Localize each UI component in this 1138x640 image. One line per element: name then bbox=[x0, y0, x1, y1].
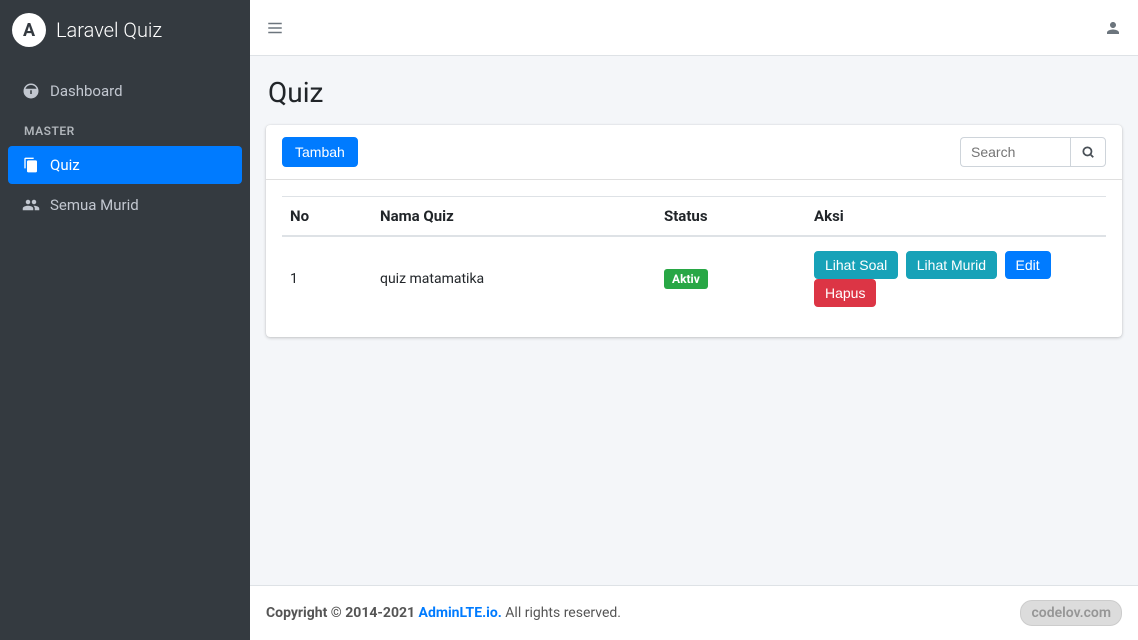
col-name: Nama Quiz bbox=[372, 197, 656, 237]
view-questions-button[interactable]: Lihat Soal bbox=[814, 251, 898, 279]
content: Quiz Tambah bbox=[250, 56, 1138, 585]
sidebar-item-label: Dashboard bbox=[50, 82, 123, 100]
delete-button[interactable]: Hapus bbox=[814, 279, 876, 307]
quiz-card: Tambah No bbox=[266, 125, 1122, 337]
footer-copyright-prefix: Copyright © 2014-2021 bbox=[266, 605, 419, 621]
dashboard-icon bbox=[20, 82, 42, 100]
col-status: Status bbox=[656, 197, 806, 237]
card-header: Tambah bbox=[266, 125, 1122, 180]
sidebar: A Laravel Quiz Dashboard MASTER Quiz bbox=[0, 0, 250, 640]
copy-icon bbox=[20, 157, 42, 173]
col-action: Aksi bbox=[806, 197, 1106, 237]
footer: Copyright © 2014-2021 AdminLTE.io. All r… bbox=[250, 585, 1138, 640]
cell-name: quiz matamatika bbox=[372, 236, 656, 321]
brand-logo: A bbox=[12, 13, 46, 47]
search-button[interactable] bbox=[1070, 137, 1106, 167]
sidebar-section-header: MASTER bbox=[8, 112, 242, 144]
brand-link[interactable]: A Laravel Quiz bbox=[0, 0, 250, 60]
view-students-button[interactable]: Lihat Murid bbox=[906, 251, 997, 279]
search-group bbox=[960, 137, 1106, 167]
quiz-table: No Nama Quiz Status Aksi 1 quiz matamati… bbox=[282, 196, 1106, 321]
footer-suffix: All rights reserved. bbox=[505, 605, 621, 621]
sidebar-item-students[interactable]: Semua Murid bbox=[8, 186, 242, 224]
footer-link[interactable]: AdminLTE.io. bbox=[419, 605, 502, 621]
search-icon bbox=[1081, 145, 1095, 159]
col-no: No bbox=[282, 197, 372, 237]
topbar bbox=[250, 0, 1138, 56]
sidebar-item-quiz[interactable]: Quiz bbox=[8, 146, 242, 184]
edit-button[interactable]: Edit bbox=[1005, 251, 1051, 279]
cell-status: Aktiv bbox=[656, 236, 806, 321]
search-input[interactable] bbox=[960, 137, 1070, 167]
cell-no: 1 bbox=[282, 236, 372, 321]
status-badge: Aktiv bbox=[664, 269, 708, 289]
sidebar-nav: Dashboard MASTER Quiz Semua Murid bbox=[0, 60, 250, 236]
footer-copyright: Copyright © 2014-2021 AdminLTE.io. All r… bbox=[266, 605, 621, 621]
hamburger-icon[interactable] bbox=[266, 19, 284, 37]
add-button[interactable]: Tambah bbox=[282, 137, 358, 167]
brand-title: Laravel Quiz bbox=[56, 18, 162, 42]
sidebar-item-label: Quiz bbox=[50, 156, 80, 174]
watermark-badge: codelov.com bbox=[1020, 600, 1122, 626]
sidebar-item-label: Semua Murid bbox=[50, 196, 139, 214]
sidebar-item-dashboard[interactable]: Dashboard bbox=[8, 72, 242, 110]
user-icon[interactable] bbox=[1104, 19, 1122, 37]
users-icon bbox=[20, 196, 42, 214]
cell-actions: Lihat Soal Lihat Murid Edit Hapus bbox=[806, 236, 1106, 321]
table-row: 1 quiz matamatika Aktiv Lihat Soal Lihat… bbox=[282, 236, 1106, 321]
page-title: Quiz bbox=[268, 76, 1122, 109]
card-body: No Nama Quiz Status Aksi 1 quiz matamati… bbox=[266, 180, 1122, 337]
